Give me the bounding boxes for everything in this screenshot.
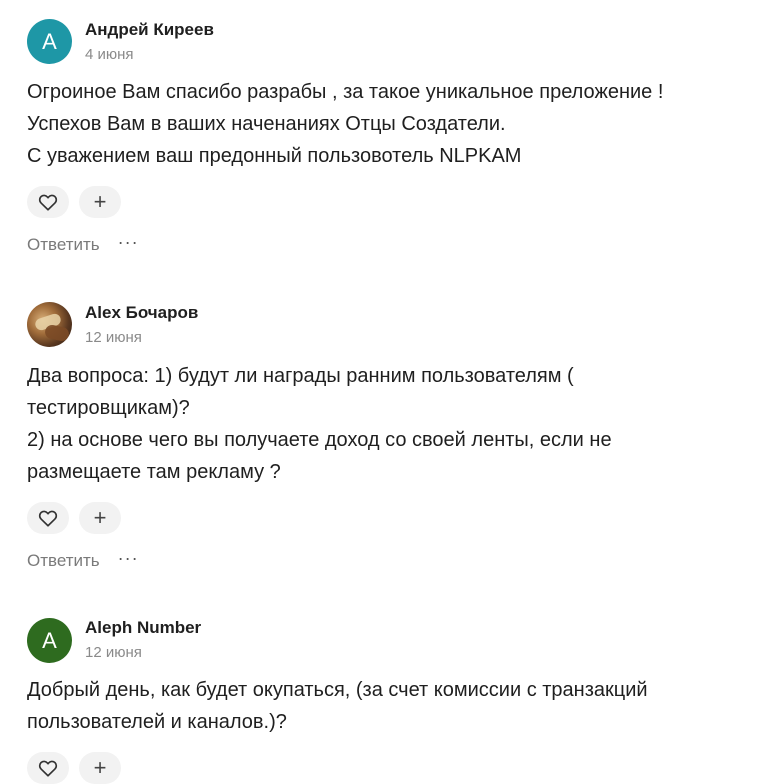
add-reaction-button[interactable]: + <box>79 752 121 784</box>
avatar[interactable] <box>27 302 72 347</box>
comment-text-line: Огроиное Вам спасибо разрабы , за такое … <box>27 81 664 103</box>
plus-icon: + <box>93 189 107 214</box>
reaction-bar: + <box>27 186 121 218</box>
reply-button[interactable]: Ответить <box>27 235 100 255</box>
plus-icon: + <box>93 755 107 780</box>
more-options-icon[interactable]: ··· <box>118 549 139 567</box>
avatar-letter: А <box>42 28 57 54</box>
comment-text: Добрый день, как будет окупаться, (за сч… <box>27 674 727 738</box>
avatar[interactable]: A <box>27 618 72 663</box>
comment-text-line: Два вопроса: 1) будут ли награды ранним … <box>27 365 574 387</box>
add-reaction-button[interactable]: + <box>79 186 121 218</box>
comment-text-line: пользователей и каналов.)? <box>27 711 287 733</box>
comment-text: Огроиное Вам спасибо разрабы , за такое … <box>27 76 727 172</box>
like-button[interactable] <box>27 502 69 534</box>
comment-text-line: С уважением ваш предонный пользовотель N… <box>27 145 522 167</box>
comment-author[interactable]: Андрей Киреев <box>85 20 214 40</box>
avatar[interactable]: А <box>27 19 72 64</box>
heart-icon <box>38 194 58 211</box>
comment-text-line: Успехов Вам в ваших наченаниях Отцы Созд… <box>27 113 506 135</box>
reaction-bar: + <box>27 502 121 534</box>
reply-row: Ответить ··· <box>27 549 139 571</box>
like-button[interactable] <box>27 752 69 784</box>
comment-text-line: размещаете там рекламу ? <box>27 461 281 483</box>
comment-text-line: Добрый день, как будет окупаться, (за сч… <box>27 679 648 701</box>
comment-author[interactable]: Alex Бочаров <box>85 303 198 323</box>
comment-text: Два вопроса: 1) будут ли награды ранним … <box>27 360 727 488</box>
comment-author[interactable]: Aleph Number <box>85 618 201 638</box>
more-options-icon[interactable]: ··· <box>118 233 139 251</box>
add-reaction-button[interactable]: + <box>79 502 121 534</box>
reply-button[interactable]: Ответить <box>27 551 100 571</box>
like-button[interactable] <box>27 186 69 218</box>
heart-icon <box>38 510 58 527</box>
reaction-bar: + <box>27 752 121 784</box>
comment-date: 12 июня <box>85 644 142 661</box>
comment-date: 12 июня <box>85 329 142 346</box>
plus-icon: + <box>93 505 107 530</box>
heart-icon <box>38 760 58 777</box>
comment-date: 4 июня <box>85 46 134 63</box>
comment-text-line: тестировщикам)? <box>27 397 190 419</box>
reply-row: Ответить ··· <box>27 233 139 255</box>
avatar-letter: A <box>42 627 57 653</box>
comment-text-line: 2) на основе чего вы получаете доход со … <box>27 429 612 451</box>
